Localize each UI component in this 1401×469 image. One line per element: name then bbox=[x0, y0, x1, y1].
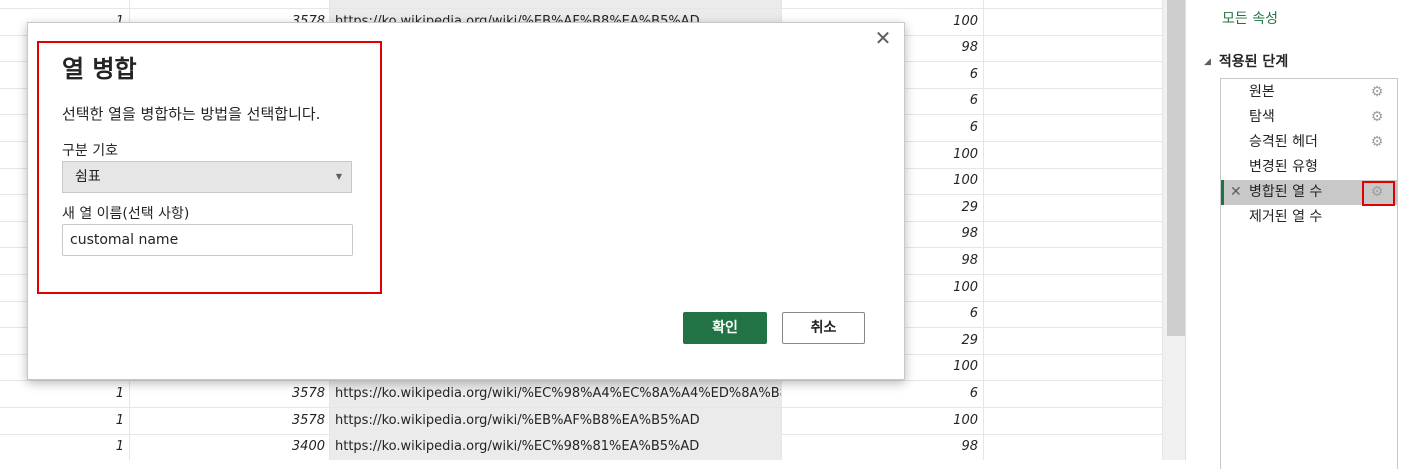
table-cell[interactable]: 3578 bbox=[130, 408, 330, 434]
ok-button[interactable]: 확인 bbox=[683, 312, 767, 344]
gear-icon[interactable]: ⚙ bbox=[1369, 105, 1385, 130]
gear-highlight-box bbox=[1362, 181, 1395, 206]
applied-steps-title: 적용된 단계 bbox=[1218, 54, 1289, 70]
step-label: 승격된 헤더 bbox=[1249, 134, 1318, 150]
table-cell[interactable] bbox=[130, 0, 330, 8]
delete-step-icon[interactable]: ✕ bbox=[1230, 180, 1242, 205]
step-label: 병합된 열 수 bbox=[1249, 184, 1323, 200]
table-cell[interactable] bbox=[984, 434, 1163, 460]
table-cell[interactable] bbox=[984, 168, 1163, 194]
step-label: 변경된 유형 bbox=[1249, 159, 1318, 175]
collapse-triangle-icon[interactable]: ◢ bbox=[1204, 57, 1211, 67]
scrollbar-thumb[interactable] bbox=[1167, 0, 1185, 336]
table-cell[interactable]: https://ko.wikipedia.org/wiki/%EC%98%A4%… bbox=[330, 381, 782, 407]
table-cell[interactable] bbox=[984, 142, 1163, 168]
applied-step-item[interactable]: 탐색 ⚙ bbox=[1221, 105, 1397, 130]
table-cell[interactable] bbox=[984, 248, 1163, 274]
table-cell[interactable] bbox=[984, 9, 1163, 35]
table-cell[interactable]: 3578 bbox=[130, 381, 330, 407]
table-cell[interactable] bbox=[984, 88, 1163, 114]
table-cell[interactable] bbox=[984, 381, 1163, 407]
table-cell[interactable] bbox=[984, 62, 1163, 88]
table-cell[interactable]: 1 bbox=[0, 434, 130, 460]
table-cell[interactable]: 100 bbox=[782, 408, 984, 434]
applied-step-item[interactable]: 제거된 열 수 bbox=[1221, 205, 1397, 230]
table-cell[interactable] bbox=[984, 195, 1163, 221]
query-settings-pane: 모든 속성 ◢ 적용된 단계 원본 ⚙ 탐색 ⚙ 승격된 헤더 ⚙ 변경된 유형 ✕ 병합된 열 … bbox=[1186, 0, 1401, 469]
close-icon[interactable]: ✕ bbox=[872, 27, 894, 49]
table-cell[interactable] bbox=[330, 0, 782, 8]
table-cell[interactable]: 98 bbox=[782, 434, 984, 460]
table-cell[interactable] bbox=[984, 115, 1163, 141]
table-cell[interactable]: https://ko.wikipedia.org/wiki/%EC%98%81%… bbox=[330, 434, 782, 460]
table-cell[interactable] bbox=[782, 0, 984, 8]
gear-icon[interactable]: ⚙ bbox=[1369, 130, 1385, 155]
table-row[interactable]: 13578https://ko.wikipedia.org/wiki/%EB%A… bbox=[0, 408, 1163, 435]
table-cell[interactable]: 6 bbox=[782, 381, 984, 407]
table-row[interactable]: 1 3578 https://ko.wikipedia.org/wiki/%EC%9… bbox=[0, 381, 1163, 408]
options-highlight-box bbox=[37, 41, 382, 294]
applied-steps-list: 원본 ⚙ 탐색 ⚙ 승격된 헤더 ⚙ 변경된 유형 ✕ 병합된 열 수 ⚙ 제거된 열 수 bbox=[1220, 78, 1398, 469]
step-label: 탐색 bbox=[1249, 109, 1275, 125]
gear-icon[interactable]: ⚙ bbox=[1369, 80, 1385, 105]
table-cell[interactable]: 1 bbox=[0, 408, 130, 434]
all-properties-link[interactable]: 모든 속성 bbox=[1222, 8, 1278, 28]
active-step-indicator bbox=[1221, 180, 1224, 205]
table-cell[interactable] bbox=[984, 354, 1163, 380]
table-cell[interactable]: 1 bbox=[0, 381, 130, 407]
table-cell[interactable] bbox=[984, 275, 1163, 301]
table-cell[interactable] bbox=[984, 408, 1163, 434]
table-row[interactable]: 1 3400 https://ko.wikipedia.org/wiki/%EC%9… bbox=[0, 434, 1163, 460]
step-label: 제거된 열 수 bbox=[1249, 209, 1323, 225]
table-cell[interactable] bbox=[0, 0, 130, 8]
table-cell[interactable]: 3400 bbox=[130, 434, 330, 460]
applied-step-item[interactable]: 승격된 헤더 ⚙ bbox=[1221, 130, 1397, 155]
table-cell[interactable] bbox=[984, 301, 1163, 327]
table-cell[interactable] bbox=[984, 328, 1163, 354]
applied-step-item[interactable]: 원본 ⚙ bbox=[1221, 80, 1397, 105]
table-row[interactable] bbox=[0, 0, 1163, 9]
table-cell[interactable]: https://ko.wikipedia.org/wiki/%EB%AF%B8%… bbox=[330, 408, 782, 434]
applied-step-item[interactable]: 변경된 유형 bbox=[1221, 155, 1397, 180]
table-cell[interactable] bbox=[984, 0, 1163, 8]
step-label: 원본 bbox=[1249, 84, 1275, 100]
cancel-button[interactable]: 취소 bbox=[782, 312, 865, 344]
table-cell[interactable] bbox=[984, 35, 1163, 61]
applied-steps-header[interactable]: ◢ 적용된 단계 bbox=[1204, 51, 1288, 71]
table-cell[interactable] bbox=[984, 221, 1163, 247]
